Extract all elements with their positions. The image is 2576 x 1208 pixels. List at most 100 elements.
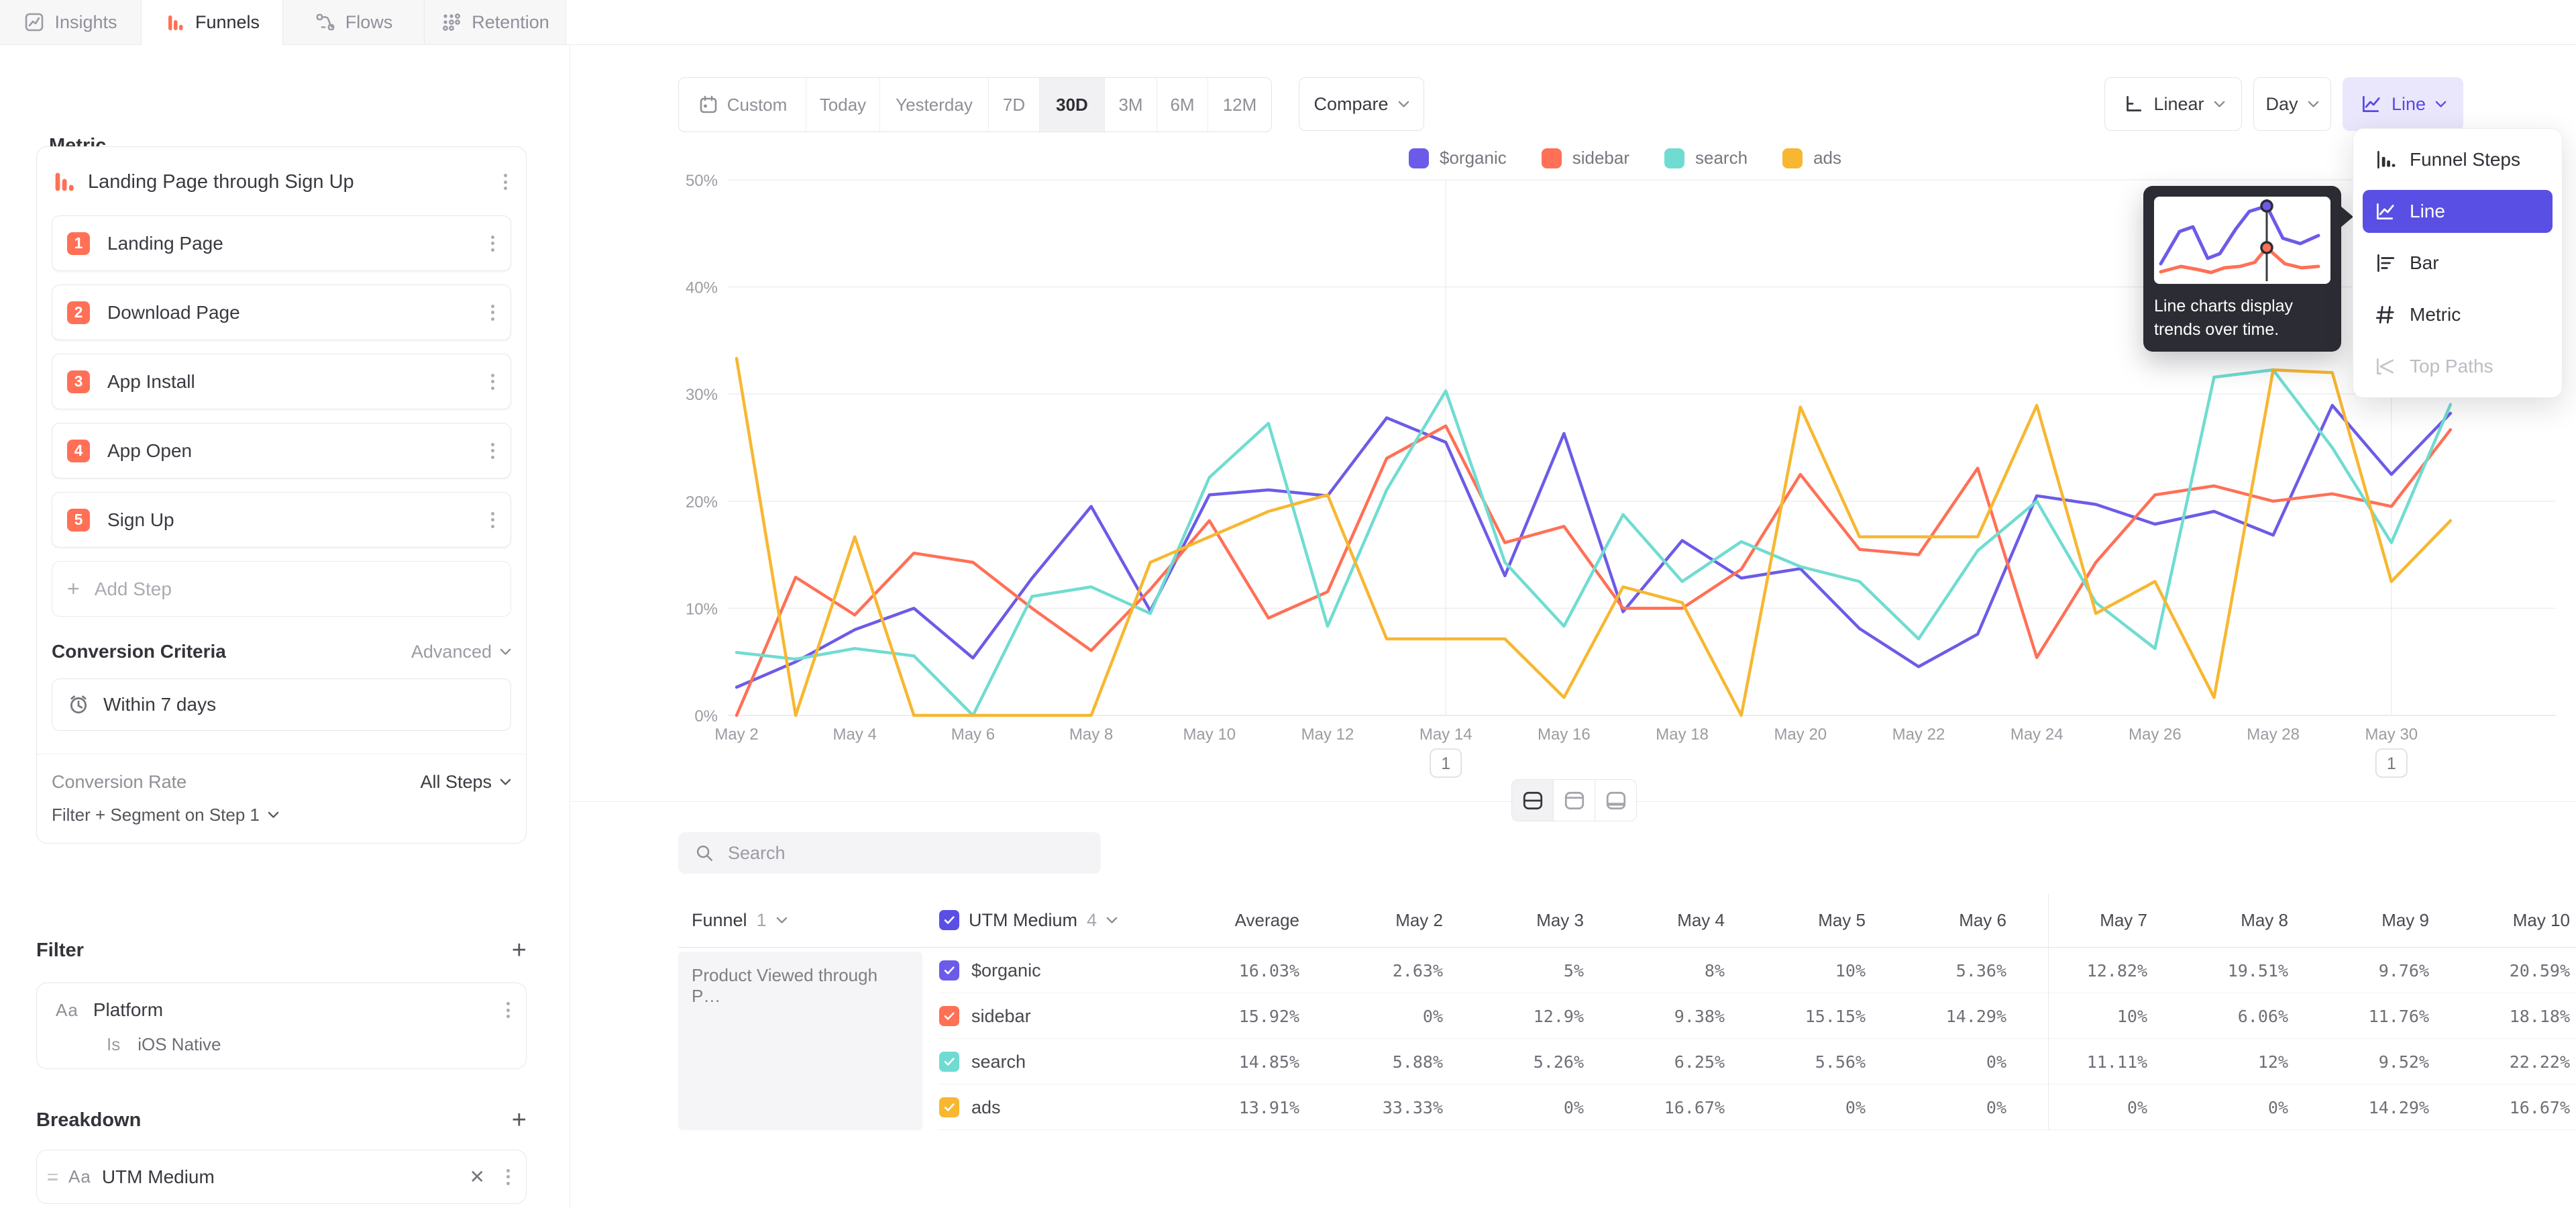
funnel-column-header[interactable]: Funnel 1: [692, 894, 788, 946]
table-search[interactable]: [678, 832, 1101, 874]
menu-item-metric[interactable]: Metric: [2363, 293, 2553, 336]
advanced-toggle[interactable]: Advanced: [411, 642, 511, 662]
column-header-average[interactable]: Average: [1172, 894, 1299, 947]
row-label: $organic: [971, 960, 1041, 981]
table-view-button[interactable]: [1595, 780, 1636, 821]
filter-value: iOS Native: [138, 1034, 221, 1055]
column-header-may-5[interactable]: May 5: [1738, 894, 1866, 947]
date-range-12m[interactable]: 12M: [1208, 78, 1271, 132]
funnel-step-app-open[interactable]: 4App Open: [52, 423, 511, 479]
value-cell: 6.25%: [1597, 1039, 1725, 1085]
date-range-7d[interactable]: 7D: [989, 78, 1040, 132]
funnel-step-sign-up[interactable]: 5Sign Up: [52, 492, 511, 548]
value-cell: 11.11%: [2020, 1039, 2147, 1085]
legend-item-sidebar[interactable]: sidebar: [1542, 148, 1629, 168]
column-header-may-6[interactable]: May 6: [1879, 894, 2006, 947]
split-view-button[interactable]: [1512, 780, 1554, 821]
breakdown-column-header[interactable]: UTM Medium 4: [939, 894, 1118, 946]
value-cell: 9.76%: [2302, 948, 2429, 993]
funnel-step-landing-page[interactable]: 1Landing Page: [52, 215, 511, 271]
step-kebab-menu[interactable]: [487, 232, 498, 256]
row-checkbox[interactable]: [939, 1052, 959, 1072]
compare-button[interactable]: Compare: [1299, 77, 1424, 131]
funnel-step-download-page[interactable]: 2Download Page: [52, 285, 511, 340]
value-cell: 16.67%: [1597, 1085, 1725, 1130]
tab-retention[interactable]: Retention: [425, 0, 566, 44]
filter-kebab-menu[interactable]: [502, 998, 514, 1022]
add-filter-button[interactable]: +: [512, 938, 527, 963]
funnel-kebab-menu[interactable]: [500, 170, 511, 194]
column-header-may-10[interactable]: May 10: [2443, 894, 2570, 947]
breakdown-heading: Breakdown: [36, 1109, 141, 1131]
menu-item-top-paths: Top Paths: [2363, 345, 2553, 388]
step-kebab-menu[interactable]: [487, 439, 498, 463]
value-cell: 13.91%: [1172, 1085, 1299, 1130]
chart-view-button[interactable]: [1554, 780, 1595, 821]
conversion-window-selector[interactable]: Within 7 days: [52, 678, 511, 731]
breakdown-kebab-menu[interactable]: [502, 1165, 514, 1189]
step-kebab-menu[interactable]: [487, 301, 498, 325]
menu-item-bar[interactable]: Bar: [2363, 242, 2553, 285]
breakdown-card[interactable]: Aa UTM Medium ✕: [36, 1150, 527, 1204]
tab-funnels[interactable]: Funnels: [142, 0, 283, 45]
column-header-may-3[interactable]: May 3: [1456, 894, 1584, 947]
step-number-badge: 1: [67, 232, 90, 255]
date-range-30d[interactable]: 30D: [1040, 78, 1105, 132]
column-header-may-9[interactable]: May 9: [2302, 894, 2429, 947]
chart-type-selector[interactable]: Line: [2343, 77, 2463, 131]
line-chart-icon: [2373, 200, 2396, 223]
filter-heading: Filter: [36, 940, 84, 962]
date-range-yesterday[interactable]: Yesterday: [880, 78, 989, 132]
column-header-may-7[interactable]: May 7: [2020, 894, 2147, 947]
row-checkbox[interactable]: [939, 1006, 959, 1026]
step-number-badge: 3: [67, 370, 90, 393]
filter-segment-selector[interactable]: Filter + Segment on Step 1: [52, 805, 511, 825]
tab-label: Retention: [472, 12, 549, 33]
value-cell: 0%: [1879, 1085, 2006, 1130]
value-cell: 10%: [2020, 993, 2147, 1039]
value-cell: 5.36%: [1879, 948, 2006, 993]
row-checkbox[interactable]: [939, 1097, 959, 1117]
column-header-may-8[interactable]: May 8: [2161, 894, 2288, 947]
value-cell: 5.56%: [1738, 1039, 1866, 1085]
value-cell: 16.67%: [2443, 1085, 2570, 1130]
value-cell: 5%: [1456, 948, 1584, 993]
svg-text:30%: 30%: [686, 386, 718, 404]
legend-swatch: [1782, 148, 1803, 168]
scale-selector[interactable]: Linear: [2104, 77, 2242, 131]
search-input[interactable]: [727, 842, 1085, 864]
add-breakdown-button[interactable]: +: [512, 1107, 527, 1133]
legend-item-organic[interactable]: $organic: [1409, 148, 1507, 168]
date-range-6m[interactable]: 6M: [1157, 78, 1208, 132]
drag-handle-icon[interactable]: [48, 1174, 58, 1180]
menu-item-line[interactable]: Line: [2363, 190, 2553, 233]
add-step-button[interactable]: + Add Step: [52, 561, 511, 617]
date-range-today[interactable]: Today: [806, 78, 880, 132]
value-cell: 15.15%: [1738, 993, 1866, 1039]
funnel-step-app-install[interactable]: 3App Install: [52, 354, 511, 409]
funnel-group-cell[interactable]: Product Viewed through P…: [678, 952, 922, 1130]
select-all-checkbox[interactable]: [939, 910, 959, 930]
remove-breakdown-icon[interactable]: ✕: [463, 1163, 492, 1191]
step-kebab-menu[interactable]: [487, 508, 498, 532]
date-range-custom[interactable]: Custom: [679, 78, 806, 132]
legend-swatch: [1409, 148, 1429, 168]
tab-flows[interactable]: Flows: [283, 0, 425, 44]
step-kebab-menu[interactable]: [487, 370, 498, 394]
all-steps-selector[interactable]: All Steps: [420, 772, 511, 793]
legend-item-search[interactable]: search: [1664, 148, 1748, 168]
split-view-icon: [1521, 789, 1544, 812]
tab-insights[interactable]: Insights: [0, 0, 142, 44]
row-checkbox[interactable]: [939, 960, 959, 980]
date-range-3m[interactable]: 3M: [1105, 78, 1157, 132]
interval-selector[interactable]: Day: [2253, 77, 2331, 131]
column-header-may-4[interactable]: May 4: [1597, 894, 1725, 947]
filter-card[interactable]: Aa Platform Is iOS Native: [36, 983, 527, 1069]
column-header-may-2[interactable]: May 2: [1316, 894, 1443, 947]
retention-icon: [441, 11, 462, 33]
chart-type-menu: Funnel Steps Line Bar Metric Top Paths: [2353, 128, 2563, 398]
legend-label: ads: [1813, 148, 1841, 168]
svg-text:40%: 40%: [686, 279, 718, 297]
legend-item-ads[interactable]: ads: [1782, 148, 1841, 168]
menu-item-funnel-steps[interactable]: Funnel Steps: [2363, 138, 2553, 181]
